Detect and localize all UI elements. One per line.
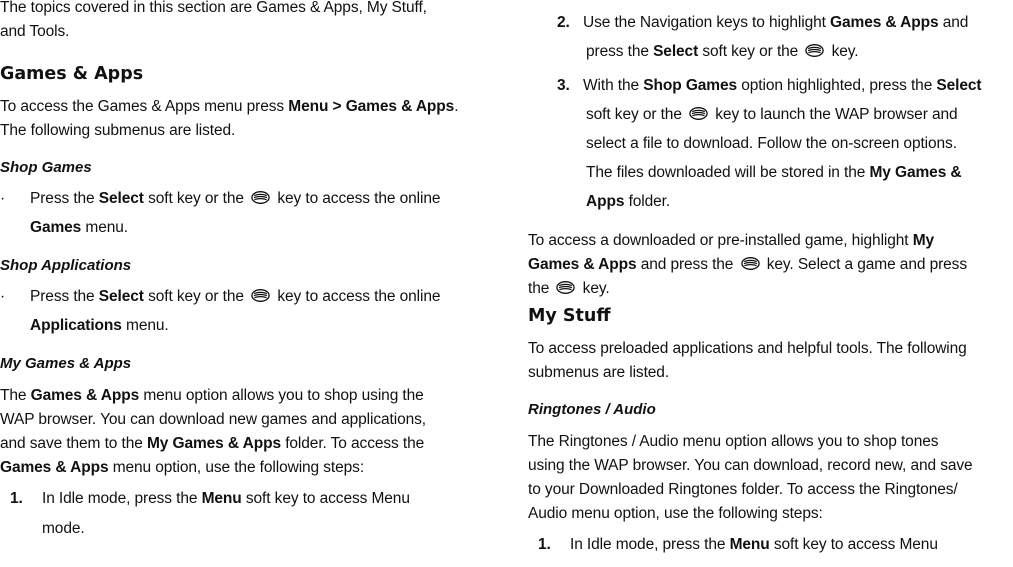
shop-apps-text: · Press the Select soft key or the key to…	[0, 288, 441, 305]
step-2: 2. Use the Navigation keys to highlight G…	[557, 14, 969, 31]
games-access-text: To access the Games & Apps menu press Me…	[0, 98, 459, 115]
heading-my-stuff: My Stuff	[528, 306, 611, 326]
downloaded-game-text: To access a downloaded or pre-installed …	[528, 232, 935, 249]
heading-ringtones-audio: Ringtones / Audio	[528, 401, 656, 418]
select-key-icon	[251, 289, 270, 302]
select-key-icon	[556, 281, 575, 294]
step-1: 1. In Idle mode, press the Menu soft key …	[10, 490, 410, 507]
heading-shop-games: Shop Games	[0, 159, 92, 176]
my-stuff-text: To access preloaded applications and hel…	[528, 340, 967, 357]
select-key-icon	[741, 257, 760, 270]
ringtones-text: The Ringtones / Audio menu option allows…	[528, 433, 939, 450]
step-3: 3. With the Shop Games option highlighted…	[557, 77, 982, 94]
heading-my-games-apps: My Games & Apps	[0, 355, 132, 372]
intro-text: The topics covered in this section are G…	[0, 0, 427, 16]
select-key-icon	[689, 107, 708, 120]
shop-games-text: · Press the Select soft key or the key to…	[0, 190, 441, 207]
select-key-icon	[251, 191, 270, 204]
my-games-text: The Games & Apps menu option allows you …	[0, 387, 424, 404]
heading-games-apps: Games & Apps	[0, 64, 144, 84]
ringtones-step-1: 1. In Idle mode, press the Menu soft key …	[538, 536, 938, 553]
select-key-icon	[805, 44, 824, 57]
heading-shop-applications: Shop Applications	[0, 257, 132, 274]
